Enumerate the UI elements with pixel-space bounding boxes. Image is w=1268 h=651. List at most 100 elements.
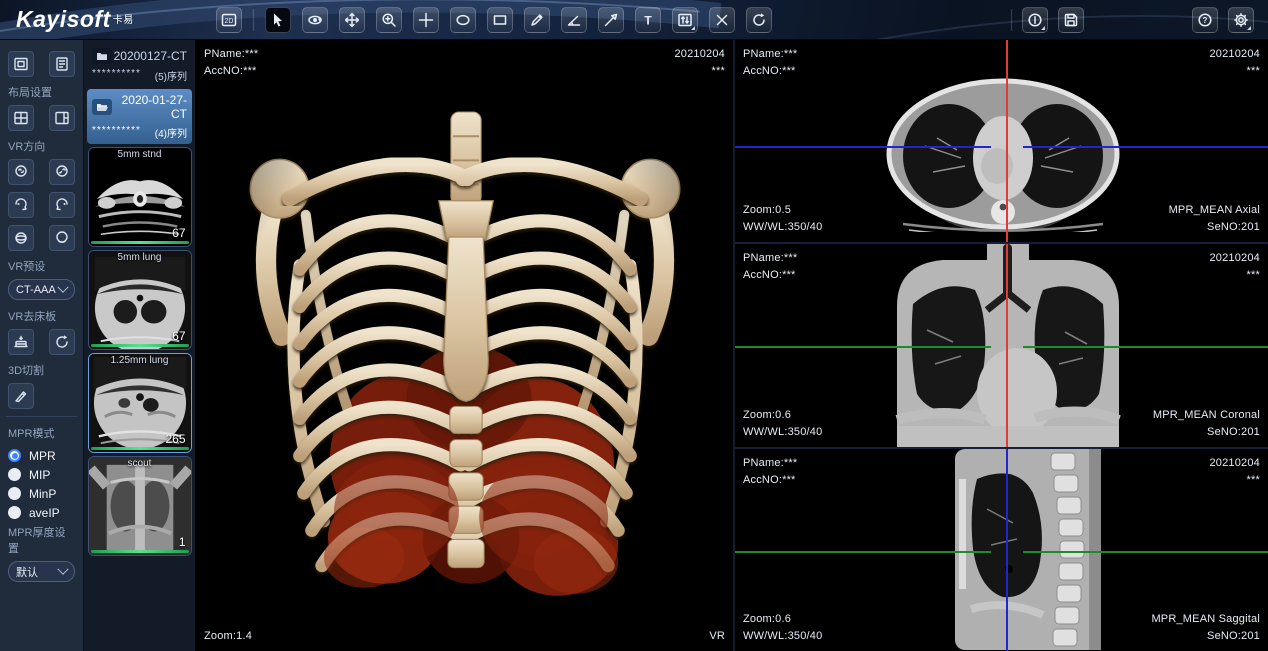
remove-bed-button[interactable] — [8, 329, 34, 355]
view-name: MPR_MEAN Saggital — [1151, 611, 1260, 628]
axial-crosshair-vertical[interactable] — [1006, 40, 1008, 242]
arrow-annotate-tool-button[interactable] — [598, 7, 624, 33]
load-progress-bar — [91, 447, 189, 450]
mpr-mode-radio-minp[interactable]: MinP — [8, 484, 75, 503]
series-label: 5mm lung — [89, 252, 191, 263]
thumbnail-5mm-lung[interactable]: 5mm lung 67 — [88, 250, 192, 350]
accession-number: AccNO:*** — [743, 472, 797, 489]
mpr-thickness-select[interactable]: 默认 — [8, 561, 75, 582]
angle-tool-button[interactable] — [561, 7, 587, 33]
zoom-factor: Zoom:1.4 — [204, 628, 252, 645]
sagittal-crosshair-horizontal-right[interactable] — [1023, 551, 1268, 553]
split-layout-button[interactable] — [49, 105, 75, 131]
masked-value: *** — [1209, 63, 1260, 80]
head-bottom-icon — [54, 230, 70, 246]
cut-3d-button[interactable] — [8, 383, 34, 409]
mpr-thickness-value: 默认 — [16, 564, 38, 580]
main-toolbar: 2D — [216, 7, 772, 33]
toolbar-separator — [253, 9, 254, 31]
pencil-tool-button[interactable] — [524, 7, 550, 33]
mpr-axial-viewport[interactable]: PName:*** AccNO:*** 20210204 *** Zoom:0.… — [735, 40, 1268, 244]
accession-number: AccNO:*** — [743, 267, 797, 284]
coronal-crosshair-vertical[interactable] — [1006, 244, 1008, 447]
radio-icon — [8, 468, 21, 481]
app-logo-text: Kayisoft — [16, 6, 111, 32]
instance-number: 1 — [179, 535, 186, 549]
vr-preset-label: VR预设 — [8, 258, 75, 274]
vr-viewport[interactable]: PName:*** AccNO:*** 20210204 *** Zoom:1.… — [196, 40, 735, 651]
coronal-crosshair-horizontal-right[interactable] — [1023, 346, 1268, 348]
axial-ct-image — [885, 54, 1121, 232]
info-button[interactable] — [1022, 7, 1048, 33]
coronal-crosshair-horizontal-left[interactable] — [735, 346, 991, 348]
settings-button[interactable] — [1228, 7, 1254, 33]
help-button[interactable]: ? — [1192, 7, 1218, 33]
vr-preset-select[interactable]: CT-AAA — [8, 279, 75, 300]
reset-view-button[interactable] — [746, 7, 772, 33]
vr-inferior-button[interactable] — [49, 225, 75, 251]
study-title: 2020-01-27-CT — [112, 93, 187, 121]
patient-name: PName:*** — [743, 455, 797, 472]
rectangle-tool-button[interactable] — [487, 7, 513, 33]
cut-3d-label: 3D切割 — [8, 362, 75, 378]
patient-overlay: PName:*** AccNO:*** — [743, 46, 797, 80]
vr-preset-value: CT-AAA — [16, 284, 56, 296]
grid-layout-button[interactable] — [8, 105, 34, 131]
left-sidebar: 布局设置 VR方向 — [0, 40, 84, 651]
sagittal-crosshair-vertical[interactable] — [1006, 449, 1008, 651]
delete-annotation-button[interactable] — [709, 7, 735, 33]
text-tool-button[interactable]: T — [635, 7, 661, 33]
mpr-coronal-viewport[interactable]: PName:*** AccNO:*** 20210204 *** Zoom:0.… — [735, 244, 1268, 449]
window-width-level: WW/WL:350/40 — [743, 219, 822, 236]
axial-crosshair-horizontal-right[interactable] — [1023, 146, 1268, 148]
window-level-tool-button[interactable] — [672, 7, 698, 33]
zoom-factor: Zoom:0.6 — [743, 611, 822, 628]
pan-tool-button[interactable] — [339, 7, 365, 33]
head-top-icon — [13, 230, 29, 246]
zoom-tool-button[interactable] — [376, 7, 402, 33]
vr-posterior-button[interactable] — [49, 159, 75, 185]
view-name: MPR_MEAN Coronal — [1153, 407, 1260, 424]
study-item-1[interactable]: 20200127-CT ********** (5)序列 — [87, 44, 192, 87]
svg-text:T: T — [644, 13, 652, 27]
rotate-3d-tool-button[interactable] — [302, 7, 328, 33]
mpr-sagittal-viewport[interactable]: PName:*** AccNO:*** 20210204 *** Zoom:0.… — [735, 449, 1268, 651]
view-name-overlay: MPR_MEAN Coronal SeNO:201 — [1153, 407, 1260, 441]
instance-number: 265 — [165, 432, 185, 446]
head-front-icon — [13, 164, 29, 180]
svg-text:?: ? — [1203, 16, 1208, 25]
study-date: 20210204 — [674, 46, 725, 63]
sagittal-crosshair-horizontal-left[interactable] — [735, 551, 991, 553]
thumbnail-scout[interactable]: scout 1 — [88, 456, 192, 556]
head-left-icon — [13, 197, 29, 213]
layout-2d-button[interactable]: 2D — [216, 7, 242, 33]
report-layout-button[interactable] — [49, 51, 75, 77]
svg-text:2D: 2D — [225, 18, 234, 25]
screen-layout-button[interactable] — [8, 51, 34, 77]
patient-id-masked: ********** — [92, 125, 141, 140]
save-button[interactable] — [1058, 7, 1084, 33]
vr-anterior-button[interactable] — [8, 159, 34, 185]
masked-value: *** — [674, 63, 725, 80]
study-item-2-selected[interactable]: 2020-01-27-CT ********** (4)序列 — [87, 89, 192, 144]
patient-overlay: PName:*** AccNO:*** — [743, 455, 797, 489]
series-label: 5mm stnd — [89, 149, 191, 160]
vr-superior-button[interactable] — [8, 225, 34, 251]
vr-right-button[interactable] — [49, 192, 75, 218]
vr-left-button[interactable] — [8, 192, 34, 218]
mpr-mode-radio-mpr[interactable]: MPR — [8, 446, 75, 465]
patient-name: PName:*** — [743, 250, 797, 267]
thumbnail-1-25mm-lung-selected[interactable]: 1.25mm lung 265 — [88, 353, 192, 453]
axial-crosshair-horizontal-left[interactable] — [735, 146, 991, 148]
submenu-corner — [691, 26, 695, 30]
crosshair-tool-button[interactable] — [413, 7, 439, 33]
study-overlay: 20210204 *** — [1209, 455, 1260, 489]
ellipse-tool-button[interactable] — [450, 7, 476, 33]
mpr-mode-radio-mip[interactable]: MIP — [8, 465, 75, 484]
thumbnail-5mm-stnd[interactable]: 5mm stnd 67 — [88, 147, 192, 247]
rotate-3d-icon — [307, 12, 323, 28]
bed-reset-button[interactable] — [49, 329, 75, 355]
mpr-mode-radio-aveip[interactable]: aveIP — [8, 503, 75, 522]
cursor-tool-button[interactable] — [265, 7, 291, 33]
series-count: (5)序列 — [155, 68, 187, 83]
